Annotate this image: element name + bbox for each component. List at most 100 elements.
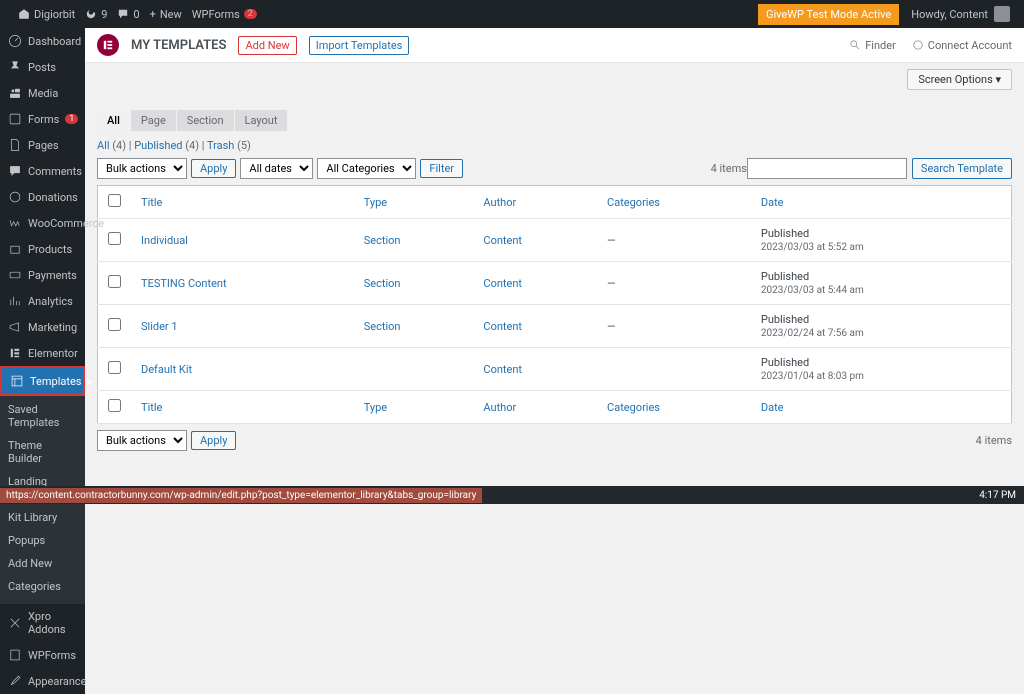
table-row: Slider 1 Section Content — Published2023… [98,305,1012,348]
row-author-link[interactable]: Content [483,363,522,376]
bulk-actions-select[interactable]: Bulk actions [97,158,187,179]
sidebar-item-pages[interactable]: Pages [0,132,85,158]
search-button[interactable]: Search Template [912,158,1012,179]
col-author-foot[interactable]: Author [473,391,597,424]
media-icon [8,86,22,100]
sidebar-item-elementor[interactable]: Elementor [0,340,85,366]
row-checkbox[interactable] [108,232,121,245]
sidebar-item-forms[interactable]: Forms1 [0,106,85,132]
col-date[interactable]: Date [751,186,1012,219]
col-categories-foot[interactable]: Categories [597,391,751,424]
row-date: Published2023/03/03 at 5:52 am [751,219,1012,262]
comments-icon[interactable]: 0 [117,8,139,21]
filter-all[interactable]: All [97,139,110,152]
tablenav-top: Bulk actions Apply All dates All Categor… [97,158,747,179]
give-test-mode-badge[interactable]: GiveWP Test Mode Active [758,4,899,25]
connect-account-link[interactable]: Connect Account [912,39,1012,52]
filter-published[interactable]: Published [134,139,182,152]
screen-options-button[interactable]: Screen Options ▾ [907,69,1012,90]
sidebar-item-posts[interactable]: Posts [0,54,85,80]
search-input[interactable] [747,158,907,179]
bulk-apply-button-bottom[interactable]: Apply [191,431,236,450]
site-name[interactable]: Digiorbit [18,8,75,21]
select-all-checkbox[interactable] [108,194,121,207]
select-all-checkbox-foot[interactable] [108,399,121,412]
table-row: Individual Section Content — Published20… [98,219,1012,262]
new-content[interactable]: + New [150,8,182,21]
row-author-link[interactable]: Content [483,234,522,247]
submenu-popups[interactable]: Popups [0,529,85,552]
tablenav-bottom: Bulk actions Apply 4 items [97,430,1012,451]
row-checkbox[interactable] [108,361,121,374]
tab-all[interactable]: All [97,110,130,131]
wpforms-icon [8,648,22,662]
import-templates-button[interactable]: Import Templates [309,36,410,55]
submenu-add-new[interactable]: Add New [0,552,85,575]
brush-icon [8,674,22,688]
filter-trash[interactable]: Trash [207,139,234,152]
sidebar-item-payments[interactable]: Payments [0,262,85,288]
col-author[interactable]: Author [473,186,597,219]
admin-menu: Dashboard Posts Media Forms1 Pages Comme… [0,28,85,694]
col-title[interactable]: Title [131,186,354,219]
page-title: MY TEMPLATES [131,38,226,53]
table-row: TESTING Content Section Content — Publis… [98,262,1012,305]
row-author-link[interactable]: Content [483,320,522,333]
sidebar-item-dashboard[interactable]: Dashboard [0,28,85,54]
submenu-theme-builder[interactable]: Theme Builder [0,434,85,470]
row-categories: — [597,219,751,262]
tab-layout[interactable]: Layout [235,110,288,131]
finder-link[interactable]: Finder [849,39,896,52]
howdy-account[interactable]: Howdy, Content [905,6,1016,22]
sidebar-item-media[interactable]: Media [0,80,85,106]
elementor-logo-icon [97,34,119,56]
sidebar-item-comments[interactable]: Comments [0,158,85,184]
bulk-actions-select-bottom[interactable]: Bulk actions [97,430,187,451]
tab-page[interactable]: Page [131,110,176,131]
row-categories: — [597,262,751,305]
sidebar-item-donations[interactable]: Donations [0,184,85,210]
sidebar-item-templates[interactable]: Templates▸ [0,366,85,396]
bulk-apply-button[interactable]: Apply [191,159,236,178]
submenu-kit-library[interactable]: Kit Library [0,506,85,529]
col-date-foot[interactable]: Date [751,391,1012,424]
submenu-saved-templates[interactable]: Saved Templates [0,398,85,434]
row-title-link[interactable]: Slider 1 [141,320,178,333]
filter-button[interactable]: Filter [420,159,463,178]
sidebar-item-products[interactable]: Products [0,236,85,262]
sidebar-item-wpforms[interactable]: WPForms [0,642,85,668]
sidebar-item-marketing[interactable]: Marketing [0,314,85,340]
row-author-link[interactable]: Content [483,277,522,290]
status-time: 4:17 PM [971,490,1024,501]
sidebar-item-appearance[interactable]: Appearance [0,668,85,694]
col-type[interactable]: Type [354,186,474,219]
row-title-link[interactable]: Default Kit [141,363,192,376]
sidebar-item-analytics[interactable]: Analytics [0,288,85,314]
wpforms-adminbar[interactable]: WPForms 2 [192,8,257,21]
submenu-categories[interactable]: Categories [0,575,85,598]
page-header: MY TEMPLATES Add New Import Templates Fi… [85,28,1024,63]
col-type-foot[interactable]: Type [354,391,474,424]
row-title-link[interactable]: TESTING Content [141,277,227,290]
status-url: https://content.contractorbunny.com/wp-a… [0,488,482,503]
row-categories [597,348,751,391]
updates-icon[interactable]: 9 [85,8,107,21]
row-checkbox[interactable] [108,318,121,331]
forms-icon [8,112,22,126]
row-type-link[interactable]: Section [364,234,401,247]
status-bar: https://content.contractorbunny.com/wp-a… [0,486,1024,504]
dates-select[interactable]: All dates [240,158,313,179]
row-title-link[interactable]: Individual [141,234,188,247]
sidebar-item-xpro[interactable]: Xpro Addons [0,604,85,642]
row-checkbox[interactable] [108,275,121,288]
row-type-link[interactable]: Section [364,320,401,333]
sidebar-item-woocommerce[interactable]: WooCommerce [0,210,85,236]
col-categories[interactable]: Categories [597,186,751,219]
tab-section[interactable]: Section [177,110,234,131]
row-date: Published2023/03/03 at 5:44 am [751,262,1012,305]
add-new-button[interactable]: Add New [238,36,296,55]
col-title-foot[interactable]: Title [131,391,354,424]
categories-select[interactable]: All Categories [317,158,416,179]
row-type-link[interactable]: Section [364,277,401,290]
donations-icon [8,190,22,204]
